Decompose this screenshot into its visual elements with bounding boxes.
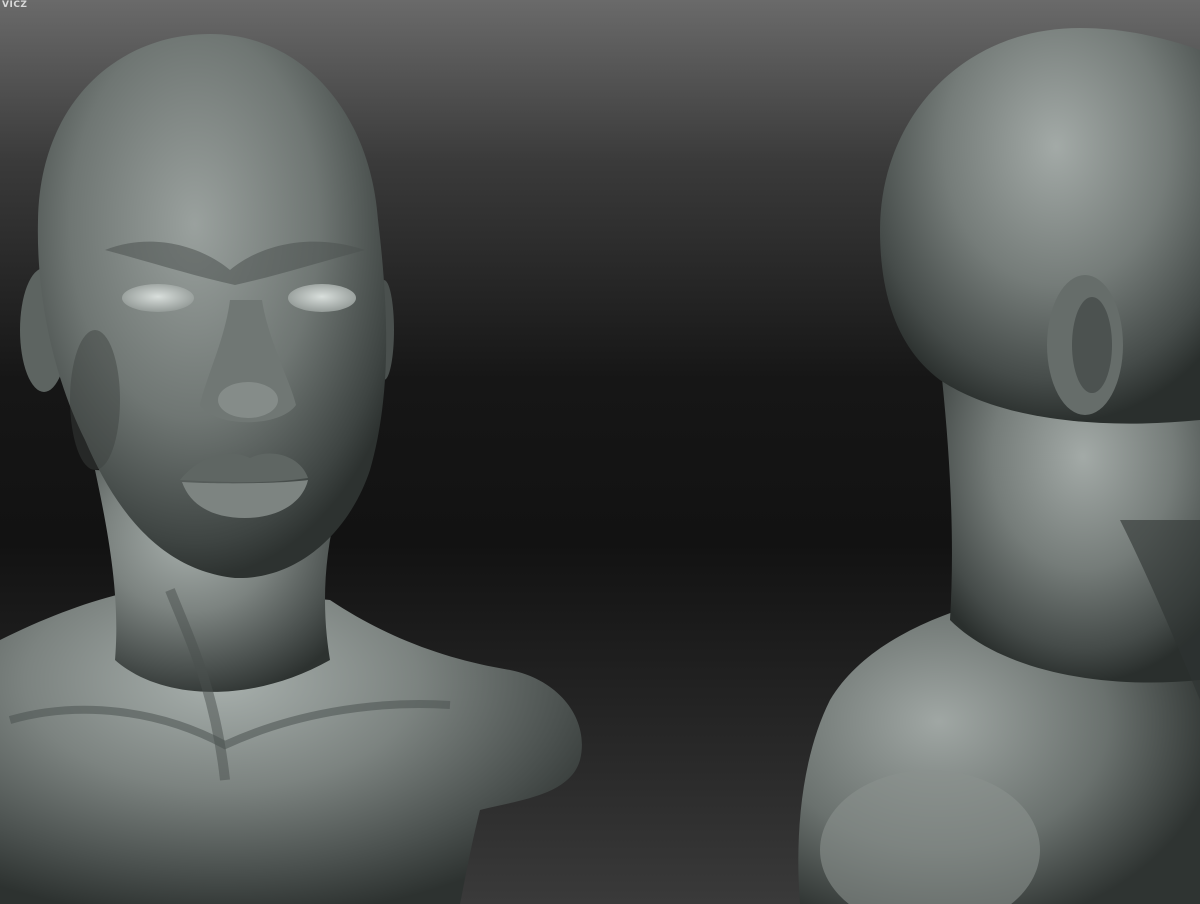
- front-cheek-shadow: [70, 330, 120, 470]
- front-bust-view: [0, 34, 582, 904]
- back-three-quarter-view: [798, 28, 1200, 904]
- front-nose-tip: [218, 382, 278, 418]
- sculpt-render: [0, 28, 1200, 904]
- front-right-eye: [288, 284, 356, 312]
- render-viewport: VICZ: [0, 0, 1200, 904]
- watermark-label: VICZ: [2, 0, 28, 10]
- front-left-eye: [122, 284, 194, 312]
- back-head: [880, 28, 1200, 424]
- back-ear-inner: [1072, 297, 1112, 393]
